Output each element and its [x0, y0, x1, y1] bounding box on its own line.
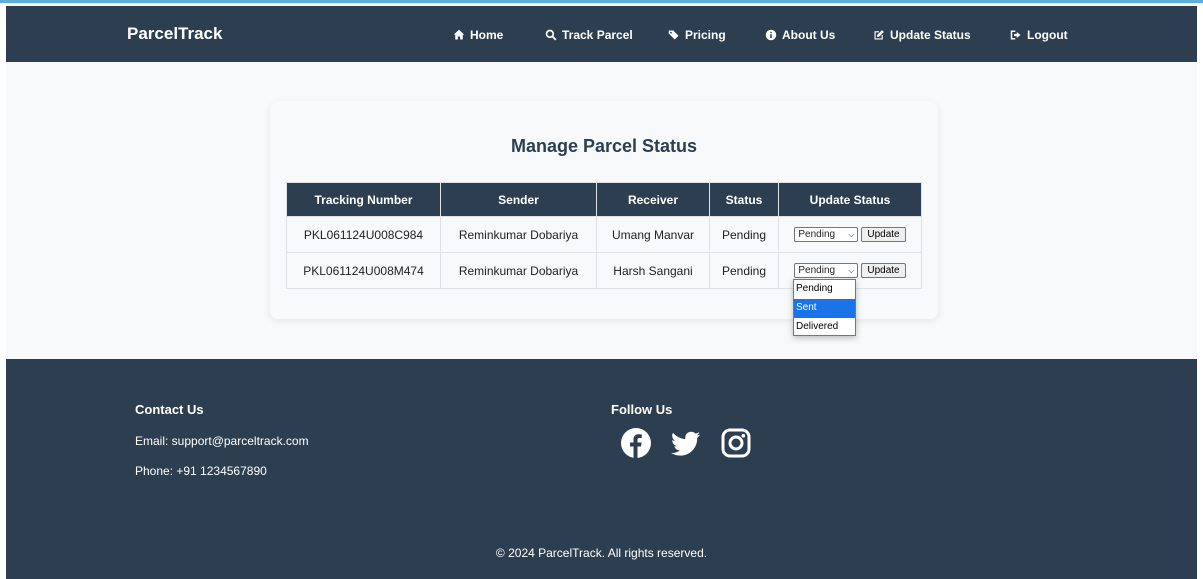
nav-pricing-label: Pricing	[685, 28, 726, 42]
nav-home[interactable]: Home	[453, 28, 503, 42]
nav-logout-label: Logout	[1027, 28, 1068, 42]
receiver-name: Harsh Sangani	[596, 252, 710, 289]
nav-about-us[interactable]: About Us	[765, 28, 835, 42]
status-value: Pending	[709, 216, 779, 253]
col-update-status: Update Status	[778, 182, 922, 217]
dropdown-option-pending[interactable]: Pending	[794, 280, 855, 299]
info-icon	[765, 29, 777, 41]
table-row: PKL061124U008C984 Reminkumar Dobariya Um…	[286, 216, 922, 253]
nav-update-status-label: Update Status	[890, 28, 971, 42]
tracking-number: PKL061124U008C984	[286, 216, 441, 253]
receiver-name: Umang Manvar	[596, 216, 710, 253]
parcel-table: Tracking Number Sender Receiver Status U…	[286, 182, 922, 289]
col-tracking-number: Tracking Number	[286, 182, 441, 217]
facebook-icon[interactable]	[620, 427, 652, 459]
page-title: Manage Parcel Status	[510, 136, 698, 156]
sender-name: Reminkumar Dobariya	[440, 252, 597, 289]
tracking-number: PKL061124U008M474	[286, 252, 441, 289]
chevron-down-icon: ⌵	[848, 229, 855, 239]
logout-icon	[1010, 30, 1021, 40]
col-receiver: Receiver	[596, 182, 710, 217]
nav-track-parcel[interactable]: Track Parcel	[545, 28, 633, 42]
table-header-row: Tracking Number Sender Receiver Status U…	[286, 182, 922, 217]
status-select[interactable]: Pending ⌵	[794, 227, 859, 243]
top-accent-line	[0, 0, 1203, 3]
sender-name: Reminkumar Dobariya	[440, 216, 597, 253]
status-value: Pending	[709, 252, 779, 289]
copyright-text: © 2024 ParcelTrack. All rights reserved.	[495, 546, 708, 560]
nav-about-us-label: About Us	[782, 28, 836, 42]
home-icon	[453, 29, 465, 40]
nav-logout[interactable]: Logout	[1010, 28, 1068, 42]
social-links	[620, 427, 752, 459]
search-icon	[545, 29, 557, 41]
status-select[interactable]: Pending ⌵	[794, 263, 859, 279]
nav-update-status[interactable]: Update Status	[873, 28, 971, 42]
tags-icon	[668, 30, 679, 40]
col-sender: Sender	[440, 182, 597, 217]
col-status: Status	[709, 182, 779, 217]
update-button[interactable]: Update	[861, 263, 906, 279]
twitter-icon[interactable]	[670, 427, 702, 459]
update-status-cell: Pending ⌵ Update	[778, 216, 922, 253]
brand-logo[interactable]: ParcelTrack	[127, 24, 222, 44]
update-button[interactable]: Update	[861, 227, 906, 243]
status-dropdown-list: Pending Sent Delivered	[793, 279, 856, 336]
nav-home-label: Home	[470, 28, 504, 42]
main-content: Manage Parcel Status Tracking Number Sen…	[6, 62, 1197, 359]
contact-email: Email: support@parceltrack.com	[135, 434, 309, 448]
status-select-value: Pending	[798, 265, 836, 277]
footer: Contact Us Email: support@parceltrack.co…	[6, 359, 1197, 579]
dropdown-option-delivered[interactable]: Delivered	[794, 318, 855, 337]
chevron-down-icon: ⌵	[848, 265, 855, 275]
nav-track-parcel-label: Track Parcel	[562, 28, 633, 42]
status-select-value: Pending	[798, 229, 836, 241]
instagram-icon[interactable]	[720, 427, 752, 459]
navbar: ParcelTrack Home Track Parcel Pricing Ab…	[6, 6, 1197, 62]
nav-pricing[interactable]: Pricing	[668, 28, 726, 42]
dropdown-option-sent[interactable]: Sent	[794, 299, 855, 318]
contact-phone: Phone: +91 1234567890	[135, 464, 267, 478]
follow-heading: Follow Us	[611, 402, 673, 417]
edit-icon	[874, 30, 884, 40]
contact-heading: Contact Us	[135, 402, 204, 417]
